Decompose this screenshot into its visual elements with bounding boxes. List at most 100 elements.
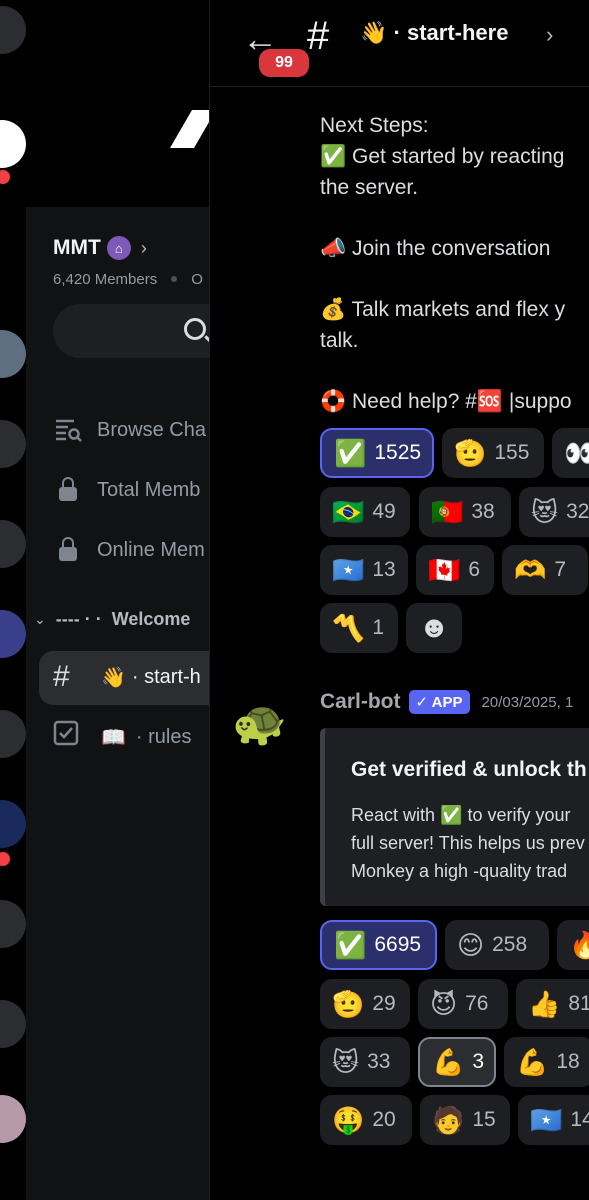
reaction-chip[interactable]: 👍 81 [516,979,589,1029]
server-icon[interactable] [0,6,26,54]
channel-start-here[interactable]: # 👋 · start-h [53,660,201,694]
server-icon[interactable] [0,1095,26,1143]
reaction-chip[interactable]: 😻 32 [519,487,589,537]
channel-title[interactable]: 👋 · start-here [360,20,508,46]
reaction-chip[interactable]: 😈 76 [418,979,508,1029]
wave-icon: 👋 [360,20,388,45]
chevron-down-icon: ⌄ [34,611,46,627]
reaction-chip[interactable]: 🇸🇴 13 [320,545,408,595]
reaction-emoji: 😊 [457,930,485,960]
server-rail [0,0,26,1200]
reaction-chip[interactable]: 🇧🇷 49 [320,487,410,537]
channel-topbar: ← 99 # 👋 · start-here › [210,0,589,87]
reaction-chip[interactable]: 🫡 29 [320,979,410,1029]
server-icon[interactable] [0,330,26,378]
sidebar-item-total-members[interactable]: Total Memb [53,475,200,505]
reaction-count: 76 [465,992,489,1015]
reaction-emoji: 🇧🇷 [332,497,365,527]
member-count-text: 6,420 Members [53,271,158,288]
embed-line: full server! This helps us prev [351,833,585,853]
community-badge-icon: ⌂ [106,236,131,260]
reaction-chip[interactable]: 🔥 [557,920,589,970]
reaction-emoji: 〽️ [332,613,365,643]
reaction-chip[interactable]: 💪 18 [504,1037,589,1087]
reaction-emoji: 🇸🇴 [332,555,365,585]
reaction-emoji: 🇵🇹 [431,497,464,527]
reaction-count: 7 [554,558,567,581]
reaction-count: 49 [372,500,396,523]
reaction-count: 13 [372,558,396,581]
reaction-emoji: 🫡 [332,989,365,1019]
channel-title-text: · start-here [393,20,509,45]
message-line: 💰 Talk markets and flex y [320,298,566,321]
lock-icon [53,475,83,505]
embed-line: Monkey a high -quality trad [351,861,568,881]
reaction-count: 81 [568,992,589,1015]
sidebar-item-label: Online Mem [97,538,205,561]
sidebar-item-browse-channels[interactable]: Browse Cha [53,415,206,445]
reaction-count: 32 [566,500,589,523]
reaction-chip[interactable]: ✅ 6695 [320,920,437,970]
server-icon[interactable] [0,1000,26,1048]
reaction-chip[interactable]: 🇸🇴 14 [518,1095,589,1145]
reaction-chip[interactable]: ✅ 1525 [320,428,434,478]
reaction-emoji: 😈 [430,989,458,1019]
server-icon[interactable] [0,520,26,568]
reaction-emoji: 😻 [332,1047,360,1077]
embed-line: React with ✅ to verify your [351,805,571,825]
server-header[interactable]: MMT ⌂ › [53,236,147,260]
embed-title: Get verified & unlock th [351,758,587,781]
author-name[interactable]: Carl-bot [320,690,401,714]
add-reaction-button[interactable]: ☻ [406,603,462,653]
chevron-right-icon: › [140,237,147,258]
hash-icon: # [307,14,330,58]
reaction-chip[interactable]: 🧑 15 [420,1095,510,1145]
reaction-count: 155 [494,441,530,464]
server-icon[interactable] [0,420,26,468]
message-line: ✅ Get started by reacting [320,145,565,168]
online-count-text: O [191,271,203,288]
category-welcome[interactable]: ⌄ ---- · · Welcome [34,609,190,630]
server-icon[interactable] [0,800,26,848]
server-icon[interactable] [0,710,26,758]
reaction-emoji: 👀 [564,440,589,466]
sidebar-item-label: Browse Cha [97,418,206,441]
reaction-emoji: 💪 [432,1047,465,1077]
unread-badge [0,168,12,186]
reaction-emoji: 🔥 [569,932,589,958]
reaction-count: 33 [367,1050,391,1073]
chat-panel: ← 99 # 👋 · start-here › Next Steps: ✅ Ge… [209,0,589,1200]
reaction-chip[interactable]: 🤑 20 [320,1095,412,1145]
reaction-chip[interactable]: 👀 [552,428,589,478]
reaction-emoji: ✅ [334,930,367,960]
reaction-chip[interactable]: 😊 258 [445,920,549,970]
channel-label: · rules [135,725,192,748]
reaction-emoji: 👍 [528,989,561,1019]
message-line: Next Steps: [320,114,429,137]
rules-channel-icon [53,720,83,754]
reaction-count: 14 [570,1108,589,1131]
server-icon[interactable] [0,120,26,168]
server-icon[interactable] [0,610,26,658]
channel-rules[interactable]: 📖 · rules [53,720,191,754]
message-line: 🛟 Need help? #🆘 |suppo [320,390,572,413]
reaction-chip[interactable]: 🇵🇹 38 [419,487,511,537]
reaction-chip[interactable]: 〽️ 1 [320,603,398,653]
reaction-count: 6695 [374,933,422,956]
reaction-chip[interactable]: 🇨🇦 6 [416,545,494,595]
reaction-emoji: 🇨🇦 [428,555,461,585]
reaction-chip[interactable]: 😻 33 [320,1037,410,1087]
chevron-right-icon[interactable]: › [546,22,553,48]
sidebar-item-online-members[interactable]: Online Mem [53,535,205,565]
avatar[interactable]: 🐢 [232,700,302,748]
separator-dot [171,276,178,282]
reaction-chip[interactable]: 🫶 7 [502,545,588,595]
reaction-count: 18 [556,1050,580,1073]
reaction-chip[interactable]: 🫡 155 [442,428,544,478]
reaction-chip[interactable]: 💪 3 [418,1037,496,1087]
timestamp: 20/03/2025, 1 [481,693,574,711]
unread-badge [0,850,12,868]
app-badge: ✓ APP [408,690,470,714]
server-icon[interactable] [0,900,26,948]
search-icon[interactable] [184,318,206,340]
